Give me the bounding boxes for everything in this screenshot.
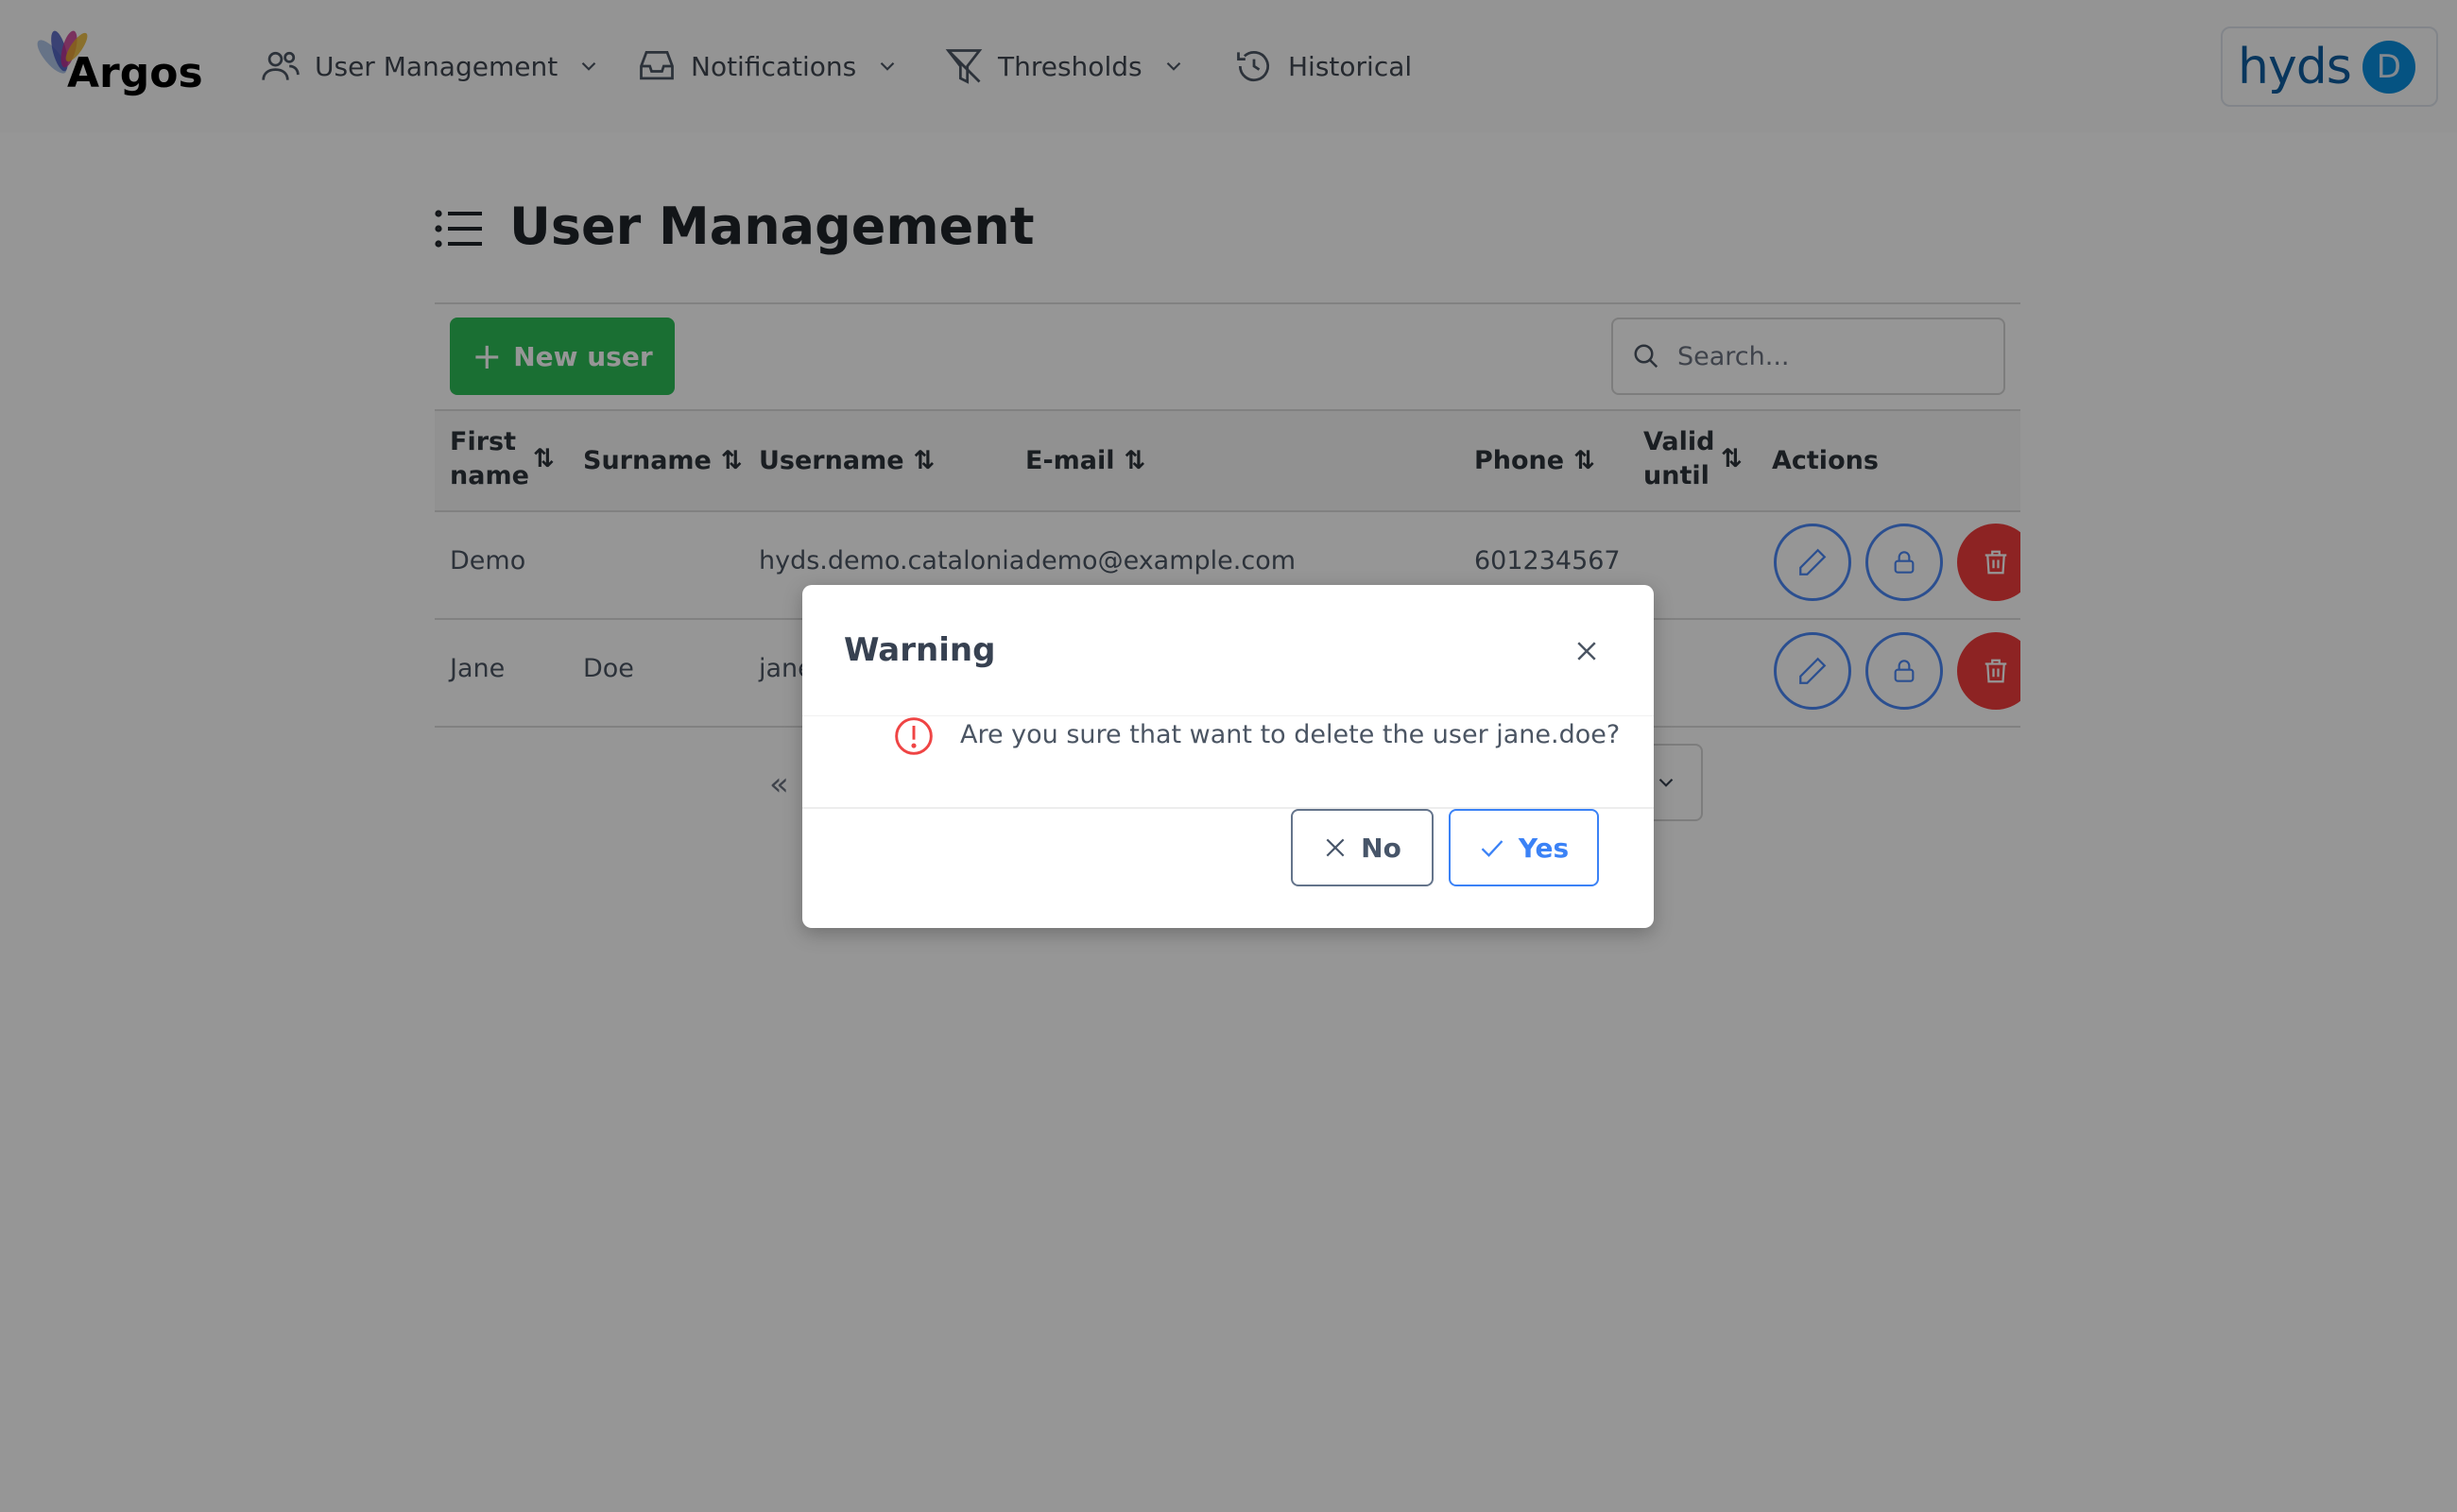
close-icon[interactable] — [1572, 637, 1601, 665]
yes-button[interactable]: Yes — [1449, 809, 1599, 886]
dialog-title: Warning — [844, 631, 996, 669]
warning-icon — [895, 717, 933, 755]
no-button[interactable]: No — [1291, 809, 1434, 886]
confirm-delete-dialog: Warning Are you sure that want to delete… — [802, 585, 1654, 928]
dialog-message: Are you sure that want to delete the use… — [960, 720, 1621, 749]
check-icon — [1481, 840, 1503, 857]
x-icon — [1326, 838, 1345, 857]
